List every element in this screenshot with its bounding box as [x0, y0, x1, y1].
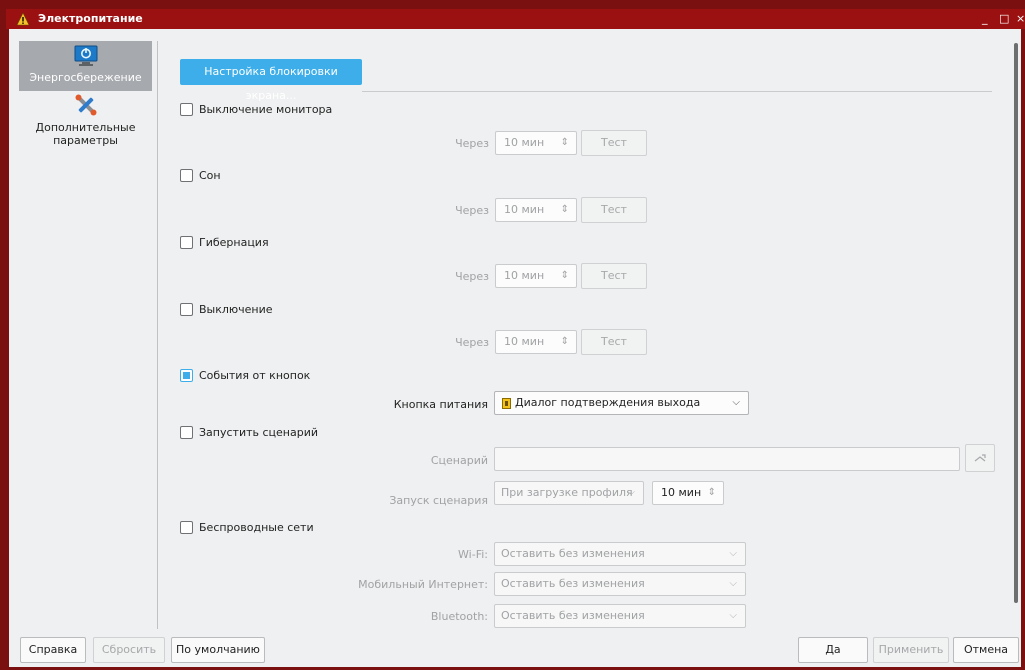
combobox-value: Оставить без изменения: [501, 547, 645, 560]
help-button[interactable]: Справка: [20, 637, 86, 663]
spin-arrows-icon[interactable]: ⇕: [561, 132, 569, 154]
checkbox-label: Беспроводные сети: [199, 521, 314, 534]
checkbox-box[interactable]: [180, 426, 193, 439]
category-advanced[interactable]: Дополнительные параметры: [19, 93, 152, 153]
mobile-internet-action-combobox[interactable]: Оставить без изменения ⌵: [494, 572, 746, 596]
wireless-checkbox[interactable]: Беспроводные сети: [180, 520, 380, 536]
checkbox-box[interactable]: [180, 303, 193, 316]
category-label-line2: параметры: [53, 134, 118, 147]
script-delay-spinbox[interactable]: 10 мин ⇕: [652, 481, 724, 505]
power-settings-window: Энергосбережение Дополнительные параметр…: [9, 29, 1021, 667]
power-button-action-combobox[interactable]: Диалог подтверждения выхода ⌵: [494, 391, 749, 415]
after-label: Через: [455, 204, 489, 217]
category-label-line1: Дополнительные: [35, 121, 136, 134]
spin-arrows-icon[interactable]: ⇕: [561, 199, 569, 221]
combobox-value: Диалог подтверждения выхода: [515, 396, 701, 409]
tools-icon: [75, 94, 96, 116]
chevron-down-icon: ⌵: [627, 487, 635, 498]
chevron-down-icon: ⌵: [729, 610, 737, 621]
spinbox-value: 10 мин: [504, 136, 545, 149]
monitor-power-icon: [74, 45, 97, 66]
checkbox-box[interactable]: [180, 369, 193, 382]
checkbox-box[interactable]: [180, 169, 193, 182]
monitor-off-delay-spinbox[interactable]: 10 мин ⇕: [495, 131, 577, 155]
screen-lock-settings-button[interactable]: Настройка блокировки экрана...: [180, 59, 362, 102]
combobox-value: Оставить без изменения: [501, 609, 645, 622]
warning-icon: [16, 12, 30, 26]
checkbox-label: Выключение монитора: [199, 103, 333, 116]
exit-dialog-icon: [502, 398, 511, 409]
shutdown-test-button[interactable]: Тест: [581, 329, 647, 355]
shutdown-delay-spinbox[interactable]: 10 мин ⇕: [495, 330, 577, 354]
browse-script-button[interactable]: [965, 444, 995, 472]
browse-icon: [974, 454, 986, 462]
power-button-label: Кнопка питания: [393, 398, 488, 411]
spinbox-value: 10 мин: [504, 335, 545, 348]
title-bar[interactable]: Электропитание _ □ ×: [6, 9, 1025, 29]
apply-button[interactable]: Применить: [873, 637, 949, 663]
hibernate-delay-spinbox[interactable]: 10 мин ⇕: [495, 264, 577, 288]
mobile-internet-label: Мобильный Интернет:: [358, 578, 488, 591]
chevron-down-icon: ⌵: [732, 397, 740, 408]
button-events-checkbox[interactable]: События от кнопок: [180, 368, 380, 384]
spinbox-value: 10 мин: [504, 203, 545, 216]
checkbox-box[interactable]: [180, 521, 193, 534]
after-label: Через: [455, 137, 489, 150]
maximize-button[interactable]: □: [999, 12, 1009, 25]
spinbox-value: 10 мин: [504, 269, 545, 282]
bluetooth-label: Bluetooth:: [430, 610, 488, 623]
sidebar-divider: [157, 41, 158, 629]
defaults-button[interactable]: По умолчанию: [171, 637, 265, 663]
spin-arrows-icon[interactable]: ⇕: [561, 265, 569, 287]
wifi-label: Wi-Fi:: [458, 548, 488, 561]
bluetooth-action-combobox[interactable]: Оставить без изменения ⌵: [494, 604, 746, 628]
checkbox-label: Сон: [199, 169, 221, 182]
checkbox-label: Запустить сценарий: [199, 426, 319, 439]
chevron-down-icon: ⌵: [729, 548, 737, 559]
after-label: Через: [455, 270, 489, 283]
close-button[interactable]: ×: [1016, 12, 1025, 25]
spinbox-value: 10 мин: [661, 486, 702, 499]
cancel-button[interactable]: Отмена: [953, 637, 1019, 663]
category-label: Энергосбережение: [29, 71, 142, 84]
checkbox-label: Гибернация: [199, 236, 269, 249]
script-path-input[interactable]: [494, 447, 960, 471]
hibernate-checkbox[interactable]: Гибернация: [180, 235, 380, 251]
ok-button[interactable]: Да: [798, 637, 868, 663]
separator: [362, 91, 992, 92]
reset-button[interactable]: Сбросить: [93, 637, 165, 663]
monitor-off-checkbox[interactable]: Выключение монитора: [180, 102, 380, 118]
category-energy-saving[interactable]: Энергосбережение: [19, 41, 152, 91]
combobox-value: Оставить без изменения: [501, 577, 645, 590]
minimize-button[interactable]: _: [982, 12, 988, 25]
sleep-test-button[interactable]: Тест: [581, 197, 647, 223]
run-script-checkbox[interactable]: Запустить сценарий: [180, 425, 380, 441]
spin-arrows-icon[interactable]: ⇕: [561, 331, 569, 353]
script-launch-label: Запуск сценария: [389, 494, 488, 507]
spin-arrows-icon[interactable]: ⇕: [708, 482, 716, 504]
sleep-delay-spinbox[interactable]: 10 мин ⇕: [495, 198, 577, 222]
checkbox-label: Выключение: [199, 303, 273, 316]
sleep-checkbox[interactable]: Сон: [180, 168, 380, 184]
checkbox-box[interactable]: [180, 236, 193, 249]
combobox-value: При загрузке профиля: [501, 486, 633, 499]
category-sidebar: Энергосбережение Дополнительные параметр…: [19, 41, 152, 631]
vertical-scrollbar[interactable]: [1014, 43, 1018, 603]
monitor-off-test-button[interactable]: Тест: [581, 130, 647, 156]
chevron-down-icon: ⌵: [729, 578, 737, 589]
window-title: Электропитание: [38, 12, 143, 25]
after-label: Через: [455, 336, 489, 349]
energy-saving-panel: Настройка блокировки экрана... Выключени…: [159, 29, 1021, 629]
checkbox-label: События от кнопок: [199, 369, 311, 382]
hibernate-test-button[interactable]: Тест: [581, 263, 647, 289]
script-label: Сценарий: [430, 454, 488, 467]
script-launch-combobox[interactable]: При загрузке профиля ⌵: [494, 481, 644, 505]
checkbox-box[interactable]: [180, 103, 193, 116]
shutdown-checkbox[interactable]: Выключение: [180, 302, 380, 318]
wifi-action-combobox[interactable]: Оставить без изменения ⌵: [494, 542, 746, 566]
